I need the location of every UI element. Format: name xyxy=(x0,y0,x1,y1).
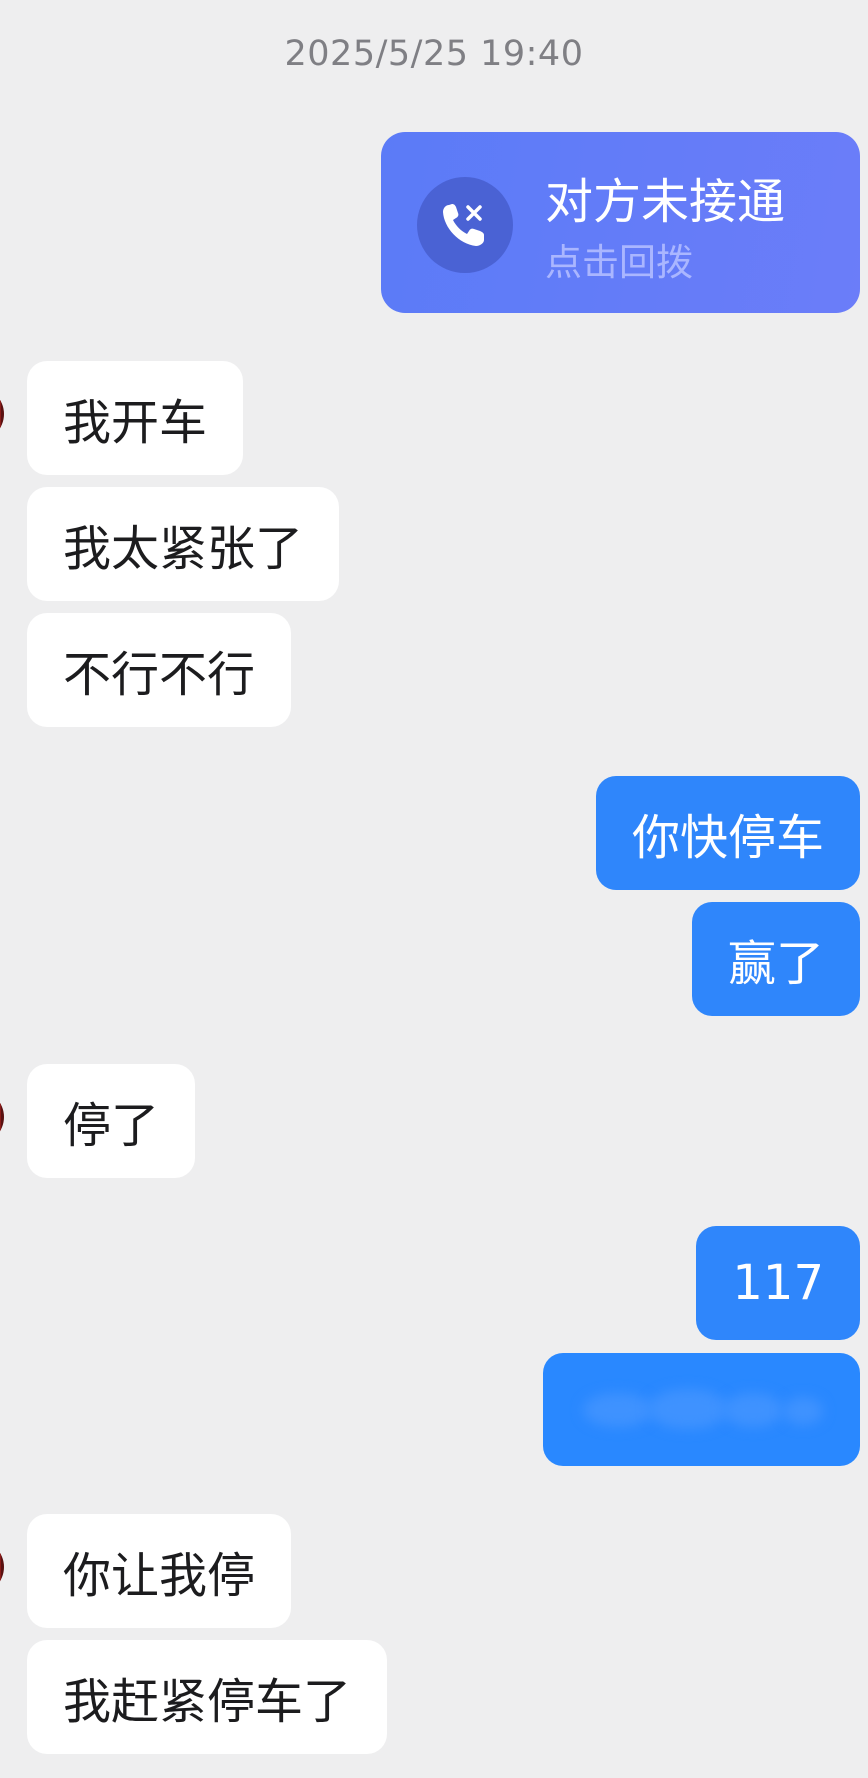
message-text: 停了 xyxy=(63,1098,160,1154)
message-bubble-outgoing[interactable]: 赢了 xyxy=(691,902,860,1016)
message-bubble-incoming[interactable]: 我开车 xyxy=(27,361,244,475)
avatar[interactable] xyxy=(0,1090,4,1144)
message-text: 不行不行 xyxy=(63,647,256,703)
message-bubble-incoming[interactable]: 停了 xyxy=(27,1064,196,1178)
message-text: 赢了 xyxy=(727,936,824,992)
call-status-title: 对方未接通 xyxy=(545,174,786,230)
message-text: 你让我停 xyxy=(63,1548,256,1604)
chat-timestamp: 2025/5/25 19:40 xyxy=(284,34,584,74)
message-bubble-incoming[interactable]: 你让我停 xyxy=(27,1514,292,1628)
message-text: 117 xyxy=(732,1255,824,1311)
message-text: 你快停车 xyxy=(631,810,824,866)
missed-call-card[interactable]: 对方未接通 点击回拨 xyxy=(381,132,860,313)
missed-call-icon xyxy=(417,177,513,273)
message-bubble-incoming[interactable]: 我赶紧停车了 xyxy=(27,1640,388,1754)
message-bubble-outgoing[interactable]: 117 xyxy=(696,1226,860,1340)
message-text: 我开车 xyxy=(63,395,208,451)
message-text: 我赶紧停车了 xyxy=(63,1674,352,1730)
call-back-link[interactable]: 点击回拨 xyxy=(545,232,693,286)
message-bubble-outgoing[interactable]: 你快停车 xyxy=(595,776,860,890)
avatar[interactable] xyxy=(0,1540,4,1594)
message-bubble-outgoing-redacted[interactable] xyxy=(543,1353,860,1466)
message-bubble-incoming[interactable]: 不行不行 xyxy=(27,613,292,727)
avatar[interactable] xyxy=(0,387,4,441)
message-bubble-incoming[interactable]: 我太紧张了 xyxy=(27,487,340,601)
message-text: 我太紧张了 xyxy=(63,521,304,577)
